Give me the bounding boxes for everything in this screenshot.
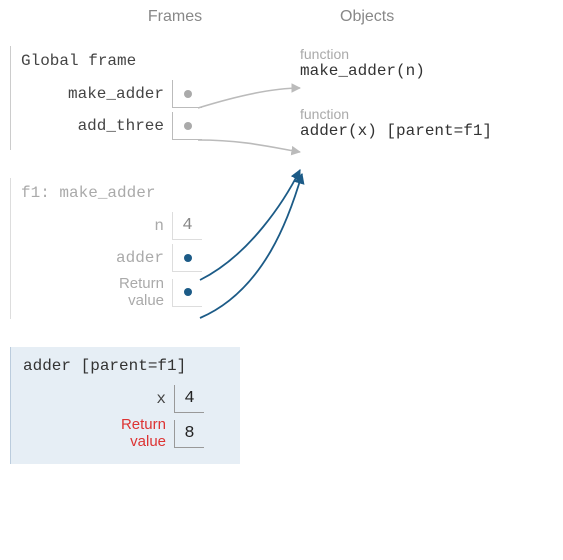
objects-col-header: Objects — [290, 8, 540, 26]
object-kind-label: function — [300, 46, 550, 62]
global-frame-row-make-adder: make_adder — [17, 80, 240, 108]
frames-column: Global frame make_adder add_three f1: ma… — [10, 46, 240, 492]
adder-row-x: x 4 — [19, 385, 240, 413]
row-label: x — [19, 390, 174, 408]
pointer-dot-icon — [184, 254, 192, 262]
object-make-adder: function make_adder(n) — [300, 46, 550, 80]
object-kind-label: function — [300, 106, 550, 122]
f1-frame-title: f1: make_adder — [17, 184, 240, 202]
global-frame-title: Global frame — [17, 52, 240, 70]
objects-column: function make_adder(n) function adder(x)… — [300, 46, 550, 164]
row-label: add_three — [17, 117, 172, 135]
row-value-pointer — [172, 80, 202, 108]
frames-col-header: Frames — [0, 8, 290, 26]
row-label: Return value — [17, 276, 172, 309]
row-value: 8 — [174, 420, 204, 448]
row-value-pointer — [172, 244, 202, 272]
object-signature: make_adder(n) — [300, 62, 550, 80]
row-value: 4 — [172, 212, 202, 240]
row-value: 4 — [174, 385, 204, 413]
pointer-dot-icon — [184, 122, 192, 130]
f1-row-adder: adder — [17, 244, 240, 272]
adder-row-return: Return value 8 — [19, 417, 240, 450]
row-label: n — [17, 217, 172, 235]
row-value-pointer — [172, 112, 202, 140]
column-headers: Frames Objects — [0, 0, 563, 26]
pointer-dot-icon — [184, 90, 192, 98]
pointer-dot-icon — [184, 288, 192, 296]
f1-frame: f1: make_adder n 4 adder Return value — [10, 178, 240, 319]
row-label: adder — [17, 249, 172, 267]
active-frame-title: adder [parent=f1] — [19, 357, 240, 375]
row-label: Return value — [19, 417, 174, 450]
f1-row-return: Return value — [17, 276, 240, 309]
active-adder-frame: adder [parent=f1] x 4 Return value 8 — [10, 347, 240, 464]
global-frame: Global frame make_adder add_three — [10, 46, 240, 150]
global-frame-row-add-three: add_three — [17, 112, 240, 140]
object-adder: function adder(x) [parent=f1] — [300, 106, 550, 140]
row-label: make_adder — [17, 85, 172, 103]
object-signature: adder(x) [parent=f1] — [300, 122, 550, 140]
f1-row-n: n 4 — [17, 212, 240, 240]
row-value-pointer — [172, 279, 202, 307]
